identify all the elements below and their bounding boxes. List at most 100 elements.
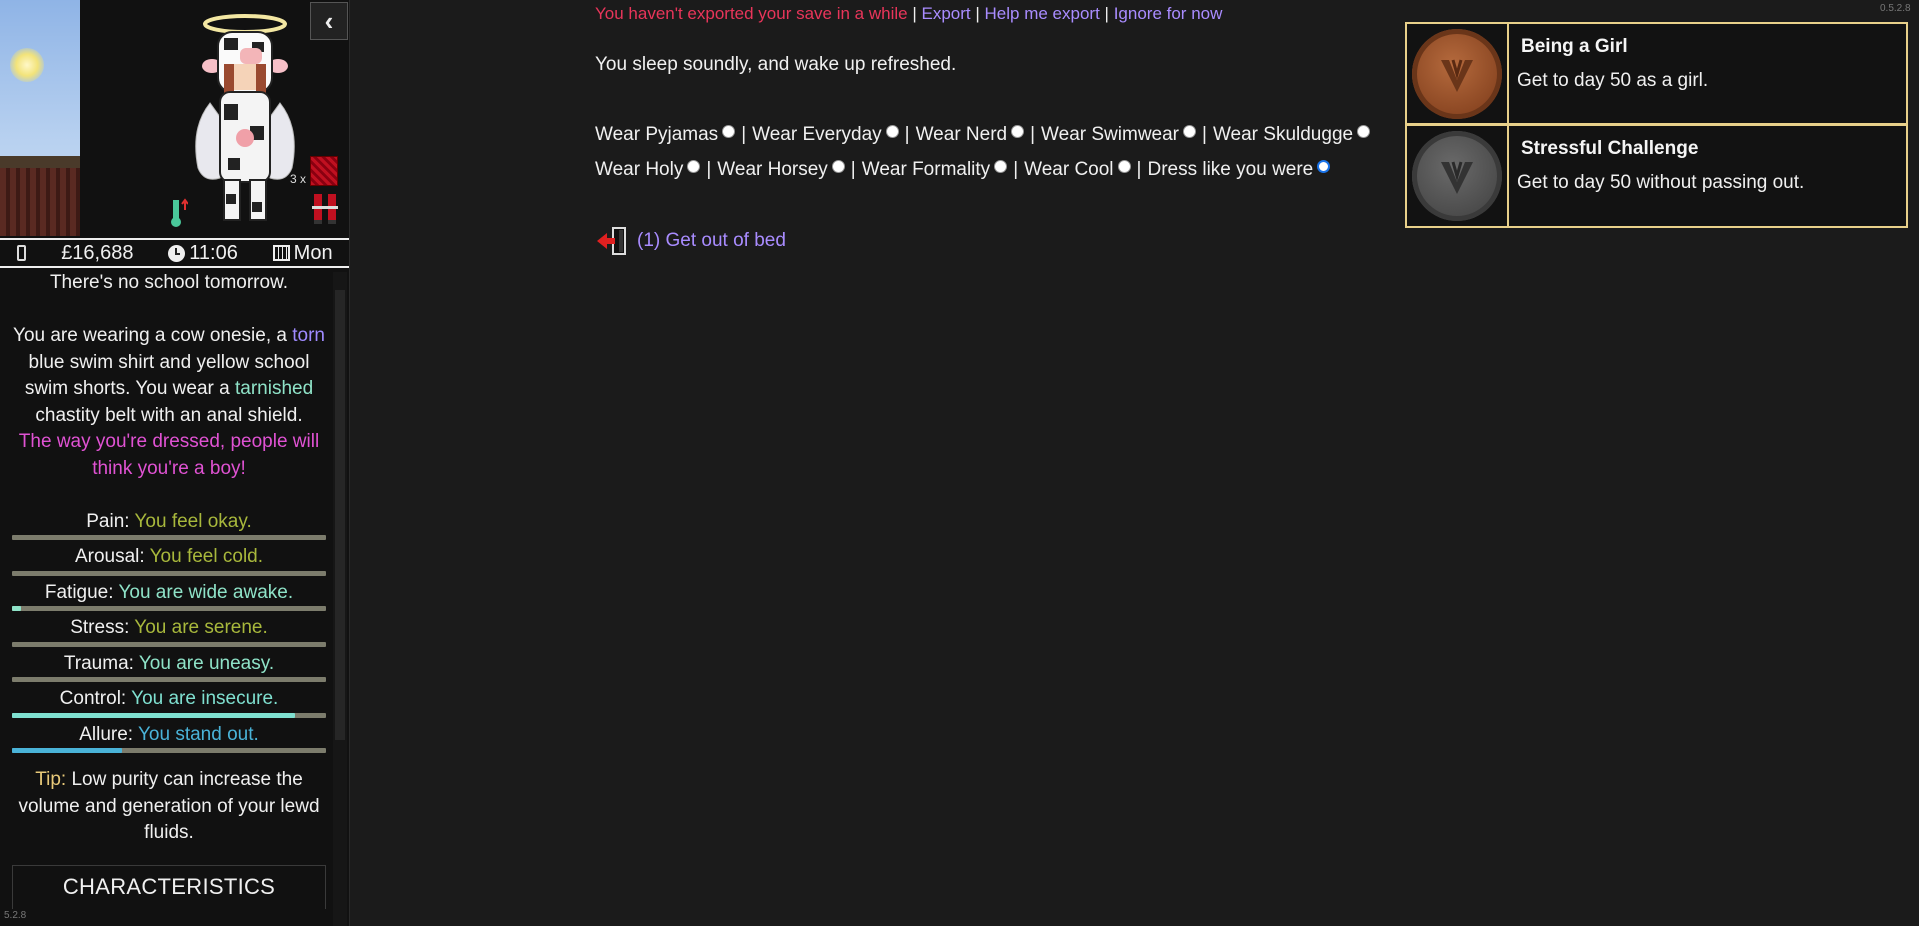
- ignore-export-link[interactable]: Ignore for now: [1114, 4, 1223, 23]
- calendar-icon: [272, 245, 290, 261]
- stat-row: Arousal: You feel cold.: [12, 544, 326, 571]
- outfit-radio[interactable]: [1011, 125, 1025, 138]
- stat-row: Fatigue: You are wide awake.: [12, 580, 326, 607]
- stat-bar: [12, 712, 326, 718]
- export-link[interactable]: Export: [922, 4, 971, 23]
- outfit-radio[interactable]: [1117, 160, 1131, 173]
- stat-bar: [12, 677, 326, 682]
- outfit-radio[interactable]: [1317, 160, 1331, 173]
- stat-value: You are uneasy.: [138, 652, 275, 674]
- outfit-option-label[interactable]: Wear Nerd: [916, 124, 1008, 145]
- outfit-option[interactable]: Wear Cool: [1024, 159, 1131, 180]
- stat-value: You are serene.: [134, 617, 268, 638]
- stats-list: Pain: You feel okay. Arousal: You feel co…: [12, 509, 326, 753]
- money-value: £16,688: [61, 241, 134, 264]
- day-value: Mon: [293, 241, 333, 264]
- separator: |: [912, 4, 917, 23]
- outfit-radio[interactable]: [831, 160, 845, 173]
- outfit-option[interactable]: Wear Horsey: [717, 159, 845, 180]
- get-out-of-bed-label[interactable]: (1) Get out of bed: [637, 230, 786, 252]
- school-status-text: There's no school tomorrow.: [49, 272, 289, 293]
- stat-bar: [12, 570, 326, 576]
- separator: |: [1136, 159, 1142, 180]
- outfit-radio[interactable]: [1357, 125, 1371, 138]
- stat-bar: [12, 535, 326, 540]
- stat-label: Arousal:: [74, 546, 145, 567]
- stat-label: Fatigue:: [44, 581, 114, 603]
- outfit-options-row-1: Wear Pyjamas | Wear Everyday | Wear Nerd | Wea…: [595, 124, 1371, 146]
- separator: |: [741, 124, 747, 145]
- outfit-radio[interactable]: [994, 160, 1008, 173]
- torn-link[interactable]: torn: [292, 325, 325, 346]
- avatar[interactable]: [190, 8, 300, 228]
- silver-medal-icon: [1412, 131, 1502, 221]
- tip-label: Tip:: [35, 769, 67, 790]
- time-display: 11:06: [168, 242, 238, 265]
- stat-bar: [12, 641, 326, 647]
- outfit-radio[interactable]: [722, 125, 736, 138]
- outfit-option[interactable]: Dress like you were: [1147, 159, 1331, 180]
- outfit-option[interactable]: Wear Formality: [862, 159, 1008, 180]
- stat-bar-fill: [12, 712, 295, 718]
- export-reminder: You haven't exported your save in a whil…: [595, 4, 1222, 24]
- clothing-text-3: chastity belt with an anal shield.: [35, 404, 303, 426]
- help-export-link[interactable]: Help me export: [985, 4, 1100, 23]
- time-value: 11:06: [189, 241, 238, 264]
- thermometer-icon: [171, 198, 188, 227]
- gender-perception-text: The way you're dressed, people will thin…: [18, 431, 320, 479]
- outfit-option-label[interactable]: Wear Swimwear: [1041, 124, 1179, 145]
- separator: |: [904, 124, 910, 145]
- collapse-sidebar-button[interactable]: ‹: [310, 2, 348, 40]
- outfit-option-label[interactable]: Wear Cool: [1024, 159, 1113, 180]
- boots-icon: [312, 194, 338, 224]
- outfit-option-label[interactable]: Wear Pyjamas: [595, 124, 718, 145]
- stat-label: Control:: [59, 688, 127, 709]
- outfit-option[interactable]: Wear Holy: [595, 159, 701, 180]
- sidebar-content: There's no school tomorrow. You are wear…: [0, 270, 338, 926]
- stat-bar: [12, 606, 326, 611]
- outfit-radio[interactable]: [687, 160, 701, 173]
- day-display: Mon: [272, 241, 333, 265]
- achievement-title: Stressful Challenge: [1521, 138, 1699, 159]
- version-label: 0.5.2.8: [1880, 3, 1911, 14]
- outfit-option-label[interactable]: Dress like you were: [1147, 159, 1313, 180]
- outfit-option[interactable]: Wear Everyday: [752, 124, 899, 145]
- money-display: £16,688: [61, 242, 133, 265]
- achievement-title: Being a Girl: [1521, 36, 1628, 57]
- stat-value: You feel cold.: [149, 546, 264, 567]
- separator: |: [1202, 124, 1207, 145]
- separator: |: [706, 159, 712, 180]
- outfit-option[interactable]: Wear Skuldugge: [1213, 124, 1371, 145]
- outfit-option-label[interactable]: Wear Horsey: [717, 159, 828, 180]
- clothing-text-1: You are wearing a cow onesie, a: [13, 325, 287, 346]
- outfit-option[interactable]: Wear Pyjamas: [595, 124, 736, 145]
- status-bar: £16,688 11:06 Mon: [0, 238, 349, 268]
- outfit-option-label[interactable]: Wear Everyday: [752, 124, 882, 145]
- tarnished-link[interactable]: tarnished: [235, 378, 313, 399]
- red-item-icon[interactable]: [310, 156, 338, 186]
- outfit-radio[interactable]: [885, 125, 899, 138]
- tip-box: Tip: Low purity can increase the volume …: [12, 767, 326, 847]
- medal-cell: [1407, 126, 1509, 226]
- outfit-option-label[interactable]: Wear Holy: [595, 159, 683, 180]
- separator: |: [1030, 124, 1036, 145]
- characteristics-button[interactable]: CHARACTERISTICS: [12, 864, 326, 909]
- stat-row: Stress: You are serene.: [12, 615, 326, 642]
- get-out-of-bed-link[interactable]: (1) Get out of bed: [595, 226, 786, 256]
- phone-icon: [17, 245, 27, 261]
- stat-value: You are insecure.: [131, 688, 279, 709]
- stat-label: Allure:: [79, 723, 134, 745]
- achievement-being-a-girl: Being a Girl Get to day 50 as a girl.: [1405, 22, 1908, 125]
- stat-bar: [12, 748, 326, 753]
- outfit-option-label[interactable]: Wear Skuldugge: [1213, 124, 1353, 145]
- achievement-stressful-challenge: Stressful Challenge Get to day 50 withou…: [1405, 125, 1908, 228]
- outfit-radio[interactable]: [1183, 125, 1197, 138]
- outfit-option-label[interactable]: Wear Formality: [862, 159, 990, 180]
- separator: |: [850, 159, 856, 180]
- export-warning-text: You haven't exported your save in a whil…: [595, 4, 908, 23]
- clothing-description: You are wearing a cow onesie, a torn blu…: [12, 323, 326, 429]
- stat-row: Trauma: You are uneasy.: [12, 651, 326, 678]
- outfit-option[interactable]: Wear Nerd: [916, 124, 1025, 145]
- phone-button[interactable]: [17, 245, 27, 261]
- outfit-option[interactable]: Wear Swimwear: [1041, 124, 1197, 145]
